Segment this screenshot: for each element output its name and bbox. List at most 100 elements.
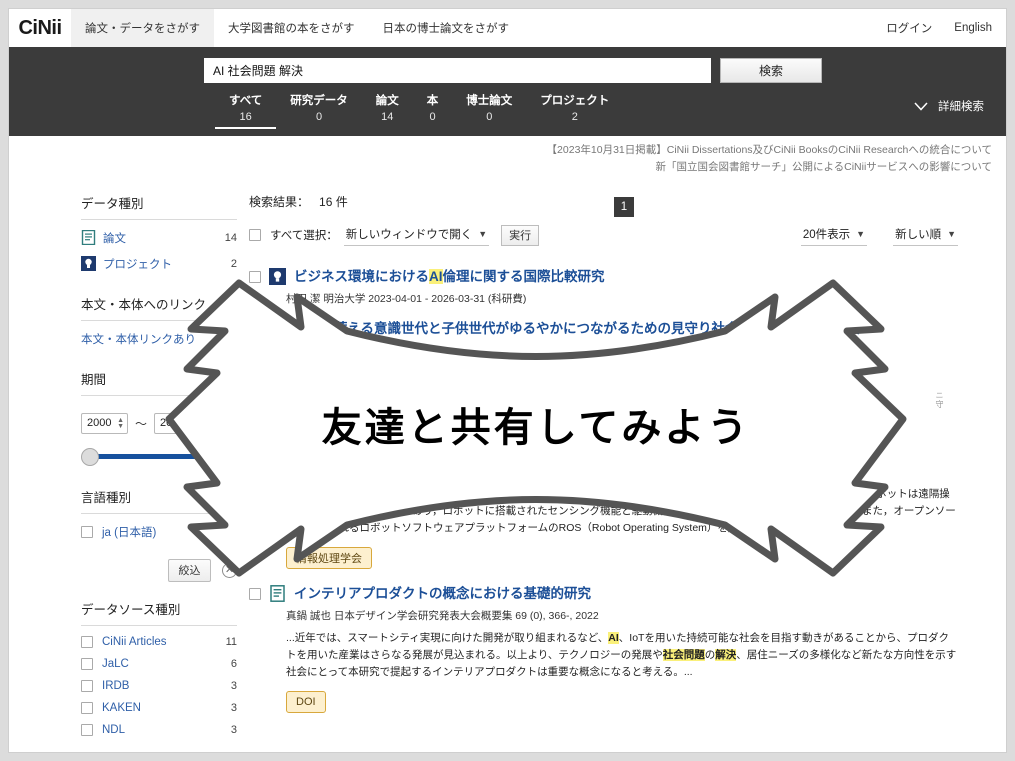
nav-tab-articles[interactable]: 論文・データをさがす	[71, 9, 214, 47]
type-tab-dissertations-count: 0	[486, 111, 493, 123]
sort-value: 新しい順	[895, 228, 942, 241]
nav-right-group: ログイン English	[886, 9, 1006, 47]
checkbox-result-3[interactable]	[249, 588, 261, 601]
checkbox-ndl[interactable]	[81, 723, 93, 736]
lightbulb-icon-result-0	[269, 267, 286, 285]
result-2-badge[interactable]: 情報処理学会	[286, 547, 372, 570]
clear-icon-language[interactable]: ✕	[222, 562, 237, 578]
type-tab-books[interactable]: 本 0	[413, 92, 453, 127]
period-range-slider[interactable]	[81, 447, 237, 466]
pagination-page-1[interactable]: 1	[614, 197, 634, 217]
facet-item-language-ja[interactable]: ja (日本語)	[81, 519, 237, 545]
result-3-title[interactable]: インテリアプロダクトの概念における基礎的研究	[294, 585, 591, 603]
result-item-2: ...IoT機器からセンサー情報を収集してクラウドで解析し，様々な社会問題の解決…	[249, 486, 958, 570]
facet-item-kaken[interactable]: KAKEN 3	[81, 697, 237, 719]
checkbox-kaken[interactable]	[81, 701, 93, 714]
checkbox-result-1[interactable]	[249, 322, 261, 335]
result-count-label: 検索結果：	[249, 194, 310, 209]
sort-dropdown[interactable]: 新しい順 ▼	[893, 225, 958, 246]
facet-item-projects-label: プロジェクト	[103, 258, 172, 271]
advanced-search-label: 詳細検索	[938, 101, 984, 113]
period-from-stepper[interactable]: 2000 ▲ ▼	[81, 412, 128, 434]
facet-item-projects[interactable]: プロジェクト 2	[81, 251, 237, 277]
highlight-ai: AI	[855, 488, 866, 501]
chevron-down-icon-sort: ▼	[947, 228, 956, 239]
type-tab-projects[interactable]: プロジェクト 2	[526, 92, 623, 127]
search-input[interactable]	[204, 58, 711, 83]
bulk-action-dropdown[interactable]: 新しいウィンドウで開く ▼	[343, 225, 490, 246]
results-toolbar: すべて選択： 新しいウィンドウで開く ▼ 実行 20件表示 ▼ 新しい順 ▼	[249, 224, 958, 246]
facet-item-fulltext-link-label: 本文・本体リンクあり	[81, 333, 196, 346]
type-tab-articles[interactable]: 論文 14	[362, 92, 413, 127]
result-1-head: 誰もで蓄える意識世代と子供世代がゆるやかにつながるための見守り社会システムの社会…	[249, 319, 958, 338]
facet-title-data-type: データ種別	[81, 193, 237, 220]
bulk-action-value: 新しいウィンドウで開く	[345, 228, 473, 241]
result-0-meta: 村田 潔 明治大学 2023-04-01 - 2026-03-31 (科研費)	[286, 292, 527, 305]
checkbox-irdb[interactable]	[81, 679, 93, 692]
per-page-value: 20件表示	[802, 228, 851, 241]
facet-title-fulltext-link: 本文・本体へのリンク	[81, 294, 237, 321]
type-tab-projects-label: プロジェクト	[540, 95, 610, 107]
search-band: 検索 すべて 16 研究データ 0 論文 14 本 0	[9, 47, 1006, 136]
result-0-title[interactable]: ビジネス環境におけるAI倫理に関する国際比較研究	[294, 268, 605, 286]
search-button[interactable]: 検索	[720, 58, 822, 83]
type-tab-research-data[interactable]: 研究データ 0	[276, 92, 362, 127]
result-1-title[interactable]: 誰もで蓄える意識世代と子供世代がゆるやかにつながるための見守り社会システムの社会…	[294, 320, 860, 338]
type-tab-projects-count: 2	[571, 111, 578, 123]
facet-item-fulltext-link[interactable]: 本文・本体リンクあり 16	[81, 326, 237, 352]
advanced-search-toggle[interactable]: 詳細検索	[914, 98, 1006, 114]
type-tab-books-count: 0	[429, 111, 436, 123]
period-year-line: 2000 ▲ ▼ ～ 2023 ▲ ▼	[81, 412, 237, 434]
type-tab-all[interactable]: すべて 16	[215, 92, 277, 129]
language-filter-row: 絞込 ✕	[81, 558, 237, 582]
result-3-meta: 真鍋 誠也 日本デザイン学会研究発表大会概要集 69 (0), 366-, 20…	[286, 610, 599, 623]
facet-title-language: 言語種別	[81, 487, 237, 514]
nav-tab-dissertations[interactable]: 日本の博士論文をさがす	[369, 9, 524, 47]
type-tab-articles-label: 論文	[375, 95, 399, 107]
nav-tab-books[interactable]: 大学図書館の本をさがす	[214, 9, 369, 47]
language-filter-button[interactable]: 絞込	[168, 558, 211, 582]
result-3-badge[interactable]: DOI	[286, 691, 326, 714]
result-3-abstract: ...近年では、スマートシティ実現に向けた開発が取り組まれるなど、AI、IoTを…	[286, 632, 957, 679]
facet-item-cinii-articles-count: 11	[225, 635, 237, 648]
facet-item-ndl[interactable]: NDL 3	[81, 719, 237, 741]
type-tab-research-data-count: 0	[315, 111, 323, 123]
notice-item-0[interactable]: 【2023年10月31日掲載】CiNii Dissertations及びCiNi…	[9, 142, 992, 159]
checkbox-cinii-articles[interactable]	[81, 635, 93, 648]
highlight-social-problem-2: 社会問題	[662, 649, 705, 662]
slider-handle-left[interactable]	[81, 447, 99, 466]
facet-item-articles[interactable]: 論文 14	[81, 225, 237, 251]
checkbox-jalc[interactable]	[81, 657, 93, 670]
stepper-arrows-icon-2: ▲ ▼	[190, 416, 198, 430]
result-count-value: 16 件	[319, 194, 348, 209]
facet-sidebar: データ種別 論文 14 プロジェクト 2 本文・本体へのリンク 本文・本体リンク…	[9, 193, 249, 752]
browser-page: CiNii 論文・データをさがす 大学図書館の本をさがす 日本の博士論文をさがす…	[8, 8, 1007, 753]
checkbox-select-all[interactable]	[249, 229, 261, 242]
result-2-abstract: ...IoT機器からセンサー情報を収集してクラウドで解析し，様々な社会問題の解決…	[286, 488, 956, 535]
slider-track	[93, 453, 229, 459]
checkbox-language-ja[interactable]	[81, 525, 93, 538]
language-link[interactable]: English	[954, 22, 992, 34]
highlight-ai-3: AI	[608, 632, 619, 645]
execute-button[interactable]: 実行	[501, 224, 540, 246]
nav-tab-articles-label: 論文・データをさがす	[85, 23, 200, 35]
facet-item-irdb[interactable]: IRDB 3	[81, 675, 237, 697]
screenshot-viewport: CiNii 論文・データをさがす 大学図書館の本をさがす 日本の博士論文をさがす…	[0, 0, 1015, 761]
facet-item-articles-count: 14	[224, 231, 237, 244]
period-to-stepper[interactable]: 2023 ▲ ▼	[154, 412, 202, 434]
period-from-value: 2000	[87, 417, 112, 430]
per-page-dropdown[interactable]: 20件表示 ▼	[800, 225, 868, 246]
login-link[interactable]: ログイン	[886, 20, 932, 36]
lightbulb-icon	[81, 256, 96, 272]
cinii-logo[interactable]: CiNii	[9, 9, 71, 47]
facet-item-jalc[interactable]: JaLC 6	[81, 653, 237, 675]
facet-title-data-source: データソース種別	[81, 599, 237, 626]
result-0-title-highlight: AI	[429, 268, 443, 284]
checkbox-result-0[interactable]	[249, 270, 261, 283]
notice-item-1[interactable]: 新「国立国会図書館サーチ」公開によるCiNiiサービスへの影響について	[9, 159, 992, 176]
facet-item-irdb-count: 3	[230, 679, 237, 692]
result-0-head: ビジネス環境におけるAI倫理に関する国際比較研究	[249, 267, 958, 286]
facet-item-cinii-articles[interactable]: CiNii Articles 11	[81, 631, 237, 653]
book-icon-result-1	[269, 319, 286, 337]
type-tab-dissertations[interactable]: 博士論文 0	[452, 92, 526, 127]
